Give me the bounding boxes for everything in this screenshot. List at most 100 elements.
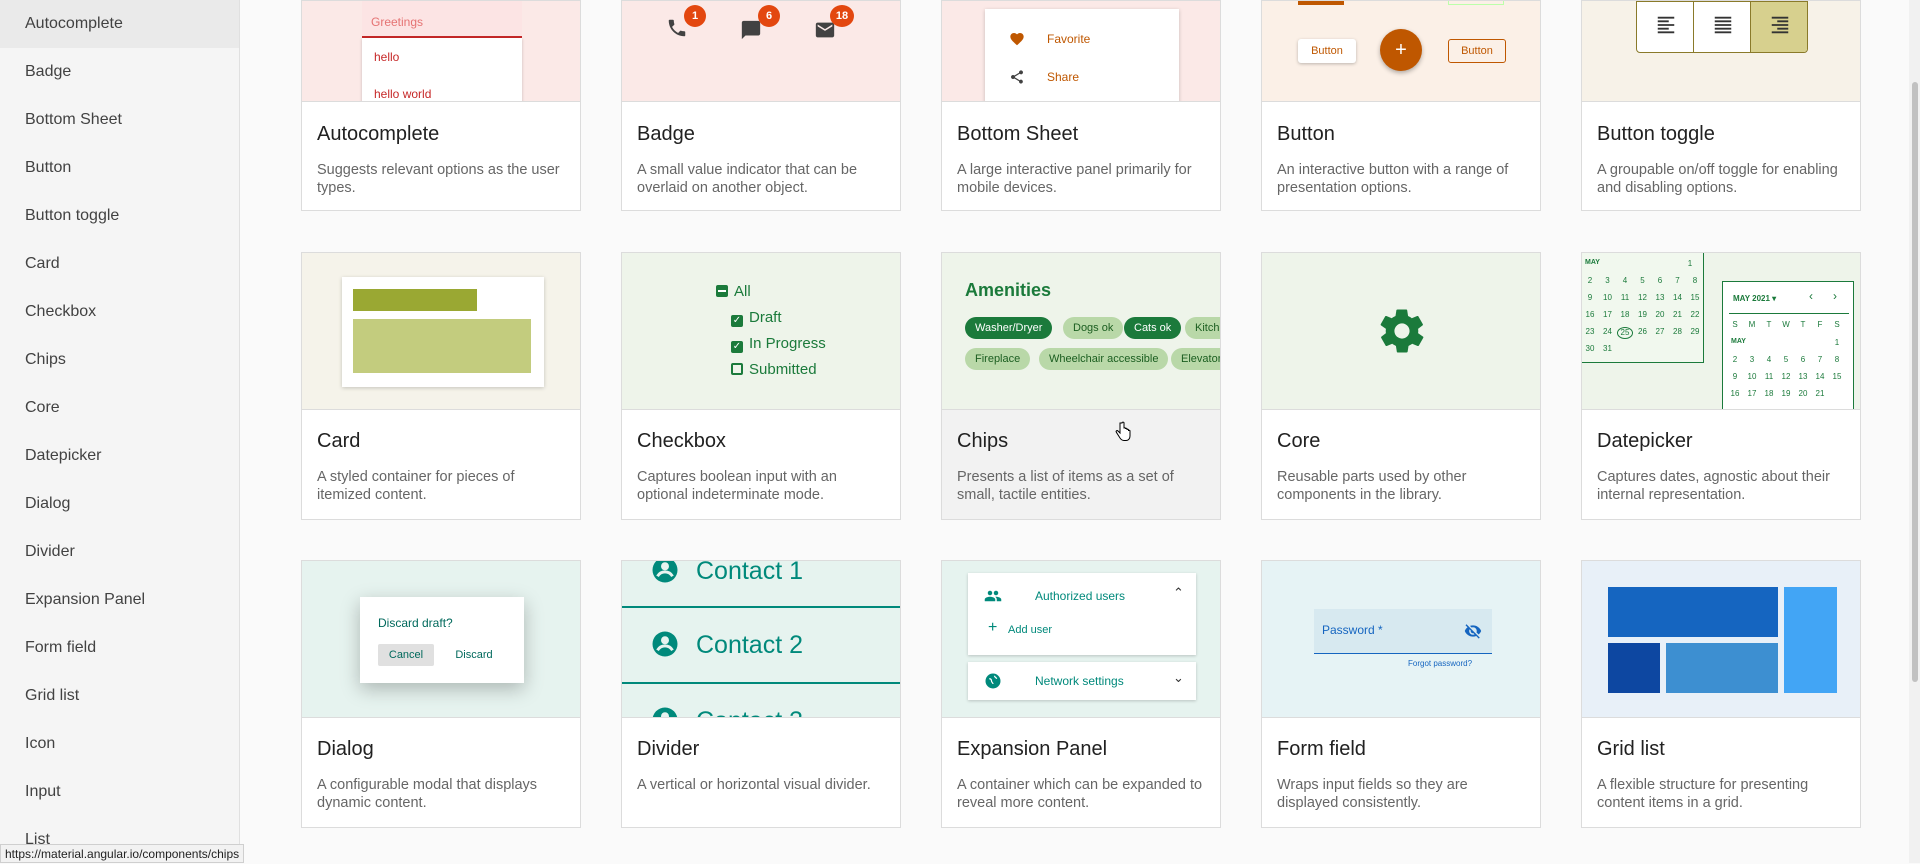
calendar-day: 11 <box>1620 293 1630 302</box>
sidebar-item-input[interactable]: Input <box>0 768 239 816</box>
calendar-day: 28 <box>1673 327 1682 336</box>
card-expansion-panel[interactable]: Authorized users ⌃ + Add user Network se… <box>941 560 1221 828</box>
grid-tile <box>1784 587 1837 693</box>
card-title: Button toggle <box>1597 123 1715 145</box>
card-divider[interactable]: Contact 1 Contact 2 Contact 3 Divider A … <box>621 560 901 828</box>
calendar-day: 19 <box>1638 310 1647 319</box>
grid-tile <box>1666 643 1778 693</box>
calendar-day: 31 <box>1603 344 1612 353</box>
chip-selected: Cats ok <box>1124 317 1182 339</box>
calendar-day: 23 <box>1585 327 1595 336</box>
sidebar-item-button-toggle[interactable]: Button toggle <box>0 192 239 240</box>
card-button[interactable]: Button + Button Button An interactive bu… <box>1261 0 1541 211</box>
calendar-day: 11 <box>1764 372 1774 381</box>
card-title: Button <box>1277 123 1335 145</box>
sidebar-item-autocomplete[interactable]: Autocomplete <box>0 0 239 48</box>
calendar-day: 3 <box>1749 355 1755 364</box>
card-description: A small value indicator that can be over… <box>637 162 858 196</box>
card-autocomplete[interactable]: Greetings hello hello world Autocomplete… <box>301 0 581 211</box>
badge-count: 1 <box>684 5 706 27</box>
calendar-day: 6 <box>1657 276 1663 285</box>
card-title: Datepicker <box>1597 430 1693 452</box>
people-icon <box>984 590 1002 602</box>
calendar-day: 3 <box>1605 276 1610 285</box>
card-grid-list[interactable]: Grid list A flexible structure for prese… <box>1581 560 1861 828</box>
sidebar-nav: Autocomplete Badge Bottom Sheet Button B… <box>0 0 240 863</box>
sidebar-item-dialog[interactable]: Dialog <box>0 480 239 528</box>
checkbox-draft: ✓ Draft <box>731 309 782 327</box>
sidebar-item-card[interactable]: Card <box>0 240 239 288</box>
plus-icon: + <box>988 619 998 636</box>
card-card[interactable]: Card A styled container for pieces of it… <box>301 252 581 520</box>
sidebar-item-button[interactable]: Button <box>0 144 239 192</box>
calendar-day: 16 <box>1730 389 1740 398</box>
align-right-icon <box>1751 2 1807 52</box>
calendar-day: 8 <box>1692 276 1698 285</box>
calendar-day: 22 <box>1690 310 1700 319</box>
card-datepicker[interactable]: MAY 1 2 3 4 5 6 7 8 9 10 11 12 13 14 15 16 17 18 19 20 21 22 2… <box>1581 252 1861 520</box>
sidebar-item-expansion-panel[interactable]: Expansion Panel <box>0 576 239 624</box>
card-chips[interactable]: Amenities Washer/Dryer Dogs ok Cats ok K… <box>941 252 1221 520</box>
calendar-day: 17 <box>1747 389 1757 398</box>
card-description: A groupable on/off toggle for enabling a… <box>1597 162 1838 196</box>
card-core[interactable]: Core Reusable parts used by other compon… <box>1261 252 1541 520</box>
core-preview <box>1262 253 1540 410</box>
divider-line <box>622 606 900 608</box>
gear-icon <box>1380 309 1424 353</box>
card-title: Autocomplete <box>317 123 440 145</box>
calendar-day: 9 <box>1587 293 1593 302</box>
calendar-day: 7 <box>1675 276 1680 285</box>
account-circle-icon <box>652 707 678 717</box>
card-title: Expansion Panel <box>957 738 1108 760</box>
badge-count: 18 <box>830 5 854 27</box>
sidebar-item-divider[interactable]: Divider <box>0 528 239 576</box>
card-title: Badge <box>637 123 695 145</box>
calendar-day: 12 <box>1638 293 1647 302</box>
calendar-day: 13 <box>1655 293 1665 302</box>
chip: Elevator <box>1171 348 1220 370</box>
sidebar-item-checkbox[interactable]: Checkbox <box>0 288 239 336</box>
card-badge[interactable]: 1 6 18 Badge A small value indicator tha… <box>621 0 901 211</box>
calendar-day: 25 <box>1617 327 1633 339</box>
card-checkbox[interactable]: All ✓ Draft ✓ In Progress Submitted Checkb… <box>621 252 901 520</box>
calendar-period-button: MAY 2021 ▾ <box>1733 294 1777 303</box>
chips-heading: Amenities <box>965 280 1052 300</box>
card-description: A styled container for pieces of itemize… <box>317 469 515 503</box>
sidebar-item-grid-list[interactable]: Grid list <box>0 672 239 720</box>
card-title: Chips <box>957 430 1009 452</box>
calendar-day: 17 <box>1603 310 1612 319</box>
sidebar-item-form-field[interactable]: Form field <box>0 624 239 672</box>
page-scrollbar-thumb[interactable] <box>1912 82 1918 682</box>
contact-label: Contact 2 <box>696 631 804 659</box>
autocomplete-panel: hello hello world <box>362 38 522 101</box>
card-description: Wraps input fields so they are displayed… <box>1277 777 1468 811</box>
calendar-weekday: T <box>1766 320 1772 329</box>
card-title: Grid list <box>1597 738 1665 760</box>
sidebar-item-chips[interactable]: Chips <box>0 336 239 384</box>
card-dialog[interactable]: Discard draft? Cancel Discard Dialog A c… <box>301 560 581 828</box>
calendar-day: 21 <box>1815 389 1825 398</box>
sidebar-item-badge[interactable]: Badge <box>0 48 239 96</box>
chip: Kitche <box>1185 317 1220 339</box>
grid-tile <box>1608 643 1660 693</box>
card-description: A large interactive panel primarily for … <box>957 162 1192 196</box>
card-form-field[interactable]: Password * Forgot password? Form field W… <box>1261 560 1541 828</box>
divider-preview: Contact 1 Contact 2 Contact 3 <box>622 561 900 718</box>
contact-label: Contact 3 <box>696 707 803 717</box>
sidebar-item-icon[interactable]: Icon <box>0 720 239 768</box>
sidebar-item-datepicker[interactable]: Datepicker <box>0 432 239 480</box>
card-sample-header <box>353 289 477 311</box>
sidebar-item-core[interactable]: Core <box>0 384 239 432</box>
contact-label: Contact 1 <box>696 561 804 585</box>
indeterminate-checkbox-icon <box>716 285 728 297</box>
calendar-month-label: MAY <box>1731 338 1746 345</box>
card-bottom-sheet[interactable]: Favorite Share Bottom Sheet A large inte… <box>941 0 1221 211</box>
card-title: Divider <box>637 738 700 760</box>
calendar-weekday: W <box>1782 320 1790 329</box>
card-button-toggle[interactable]: Button toggle A groupable on/off toggle … <box>1581 0 1861 211</box>
expansion-panel-preview: Authorized users ⌃ + Add user Network se… <box>942 561 1220 718</box>
sidebar-item-bottom-sheet[interactable]: Bottom Sheet <box>0 96 239 144</box>
card-description: A vertical or horizontal visual divider. <box>637 777 871 793</box>
calendar-day: 20 <box>1798 389 1808 398</box>
calendar-popup: MAY 2021 ▾ ‹ › SMTWTFS MAY 1 2 3 4 5 6 7 8 9 10 11… <box>1722 281 1854 409</box>
